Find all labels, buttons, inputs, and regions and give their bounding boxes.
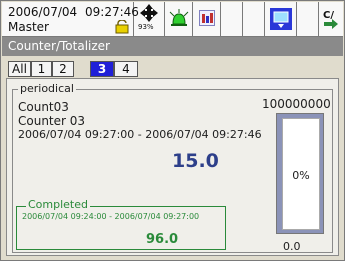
tab-2[interactable]: 2 (52, 61, 74, 77)
screen-switch-icon (270, 8, 292, 30)
gauge-percent: 0% (292, 169, 310, 182)
display-grid-icon (199, 10, 215, 26)
page-title-bar: Counter/Totalizer (2, 37, 343, 56)
counter-name: Counter 03 (18, 114, 86, 128)
screen-switch-button[interactable] (265, 2, 297, 36)
display-button[interactable] (193, 2, 221, 36)
periodical-range: 2006/07/04 09:27:00 - 2006/07/04 09:27:4… (18, 128, 262, 141)
cursor-button[interactable]: 93% (134, 2, 165, 36)
move-cross-icon (140, 4, 158, 22)
status-date: 2006/07/04 (8, 5, 78, 19)
counter-tag: Count03 (18, 100, 69, 114)
tab-1[interactable]: 1 (31, 61, 52, 77)
completed-legend: Completed (26, 198, 90, 211)
lock-icon (115, 20, 129, 34)
periodical-legend: periodical (18, 82, 76, 95)
gauge-min: 0.0 (283, 240, 301, 253)
gauge-max: 100000000 (262, 97, 331, 111)
status-slot-3 (297, 2, 319, 36)
cf-card-icon: C/ (323, 10, 338, 29)
completed-value: 96.0 (146, 232, 179, 247)
status-slot-1 (221, 2, 243, 36)
status-time: 09:27:46 (85, 5, 139, 19)
tab-all[interactable]: All (8, 61, 31, 77)
completed-range: 2006/07/04 09:24:00 - 2006/07/04 09:27:0… (22, 212, 200, 221)
gauge-bar: 0% (276, 113, 324, 234)
memory-percent: 93% (138, 23, 154, 31)
gauge-track: 0% (282, 118, 320, 230)
cf-button[interactable]: C/ (319, 2, 343, 36)
alarm-bell-icon (169, 9, 189, 26)
tab-4[interactable]: 4 (114, 61, 138, 77)
periodical-value: 15.0 (172, 150, 219, 172)
status-slot-2 (243, 2, 265, 36)
datetime-box: 2006/07/04 09:27:46 Master (2, 2, 139, 36)
status-user: Master (8, 20, 49, 34)
svg-text:C/: C/ (323, 10, 334, 21)
page-title: Counter/Totalizer (8, 39, 110, 53)
tab-3[interactable]: 3 (90, 61, 114, 77)
alarm-button[interactable] (165, 2, 193, 36)
status-bar: 2006/07/04 09:27:46 Master 93% C/ (2, 2, 343, 37)
